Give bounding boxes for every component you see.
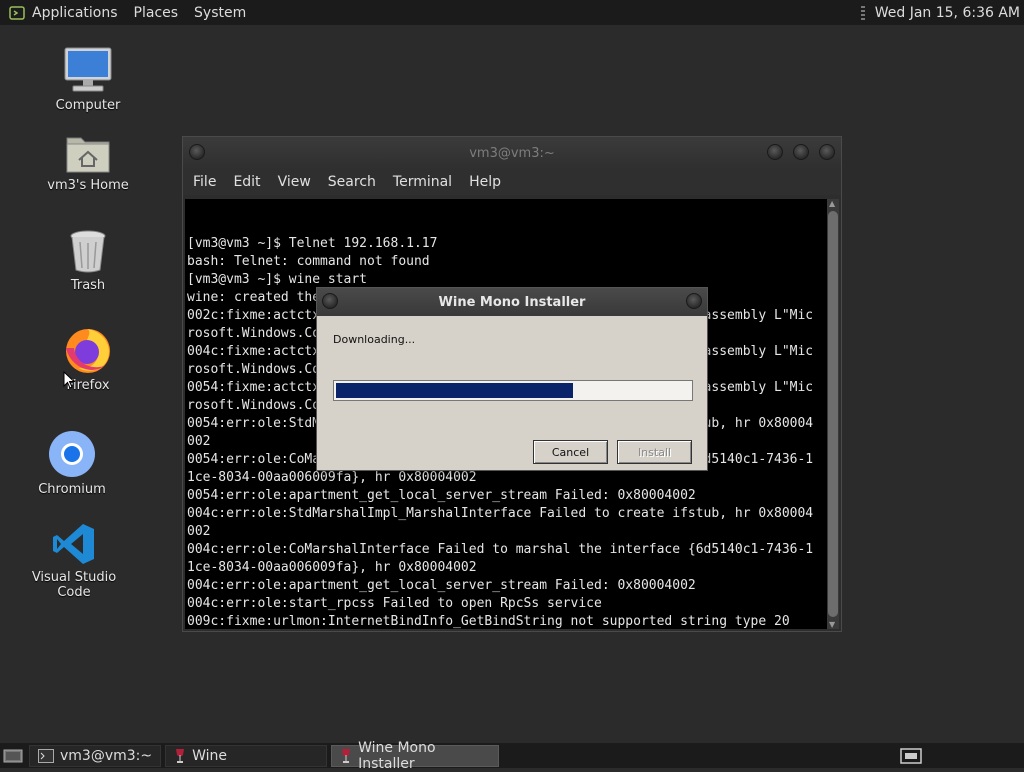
window-menu-button[interactable] [322, 293, 338, 309]
progress-fill [336, 383, 574, 398]
wine-icon [174, 748, 186, 764]
task-wine[interactable]: Wine [165, 744, 328, 767]
task-terminal[interactable]: vm3@vm3:~ [29, 744, 162, 767]
taskbar: vm3@vm3:~ Wine Wine Mono Installer [0, 740, 1024, 772]
chromium-icon [49, 431, 95, 477]
mouse-cursor-icon [63, 371, 75, 389]
download-progress-bar [333, 380, 693, 401]
task-label: Wine [192, 747, 228, 764]
wine-icon [340, 748, 352, 764]
terminal-scrollbar[interactable]: ▲ ▼ [827, 199, 839, 629]
terminal-line: 004c:err:ole:StdMarshalImpl_MarshalInter… [187, 506, 814, 521]
dialog-title: Wine Mono Installer [438, 294, 586, 310]
menu-edit[interactable]: Edit [233, 174, 260, 190]
desktop-icon-label: Firefox [66, 378, 110, 393]
desktop-icon-computer[interactable]: Computer [28, 44, 148, 113]
minimize-button[interactable] [767, 144, 783, 160]
scroll-down-icon[interactable]: ▼ [829, 620, 835, 629]
show-desktop-icon[interactable] [3, 748, 23, 764]
terminal-icon [38, 748, 54, 763]
terminal-line: [vm3@vm3 ~]$ Telnet 192.168.1.17 [187, 236, 438, 251]
scrollbar-thumb[interactable] [828, 211, 838, 617]
menu-system[interactable]: System [194, 5, 246, 21]
desktop-icon-firefox[interactable]: Firefox [28, 324, 148, 393]
clock[interactable]: Wed Jan 15, 6:36 AM [875, 5, 1020, 21]
desktop-icon-trash[interactable]: Trash [28, 224, 148, 293]
menu-view[interactable]: View [278, 174, 311, 190]
terminal-line: 009c:fixme:urlmon:InternetBindInfo_GetBi… [187, 614, 790, 629]
trash-icon [70, 230, 106, 273]
install-button[interactable]: Install [617, 440, 692, 464]
cancel-button[interactable]: Cancel [533, 440, 608, 464]
download-status: Downloading... [333, 333, 416, 346]
keyboard-indicator-icon[interactable] [900, 747, 922, 764]
task-wine-mono-installer[interactable]: Wine Mono Installer [331, 740, 500, 772]
terminal-line: bash: Telnet: command not found [187, 254, 430, 269]
menu-search[interactable]: Search [328, 174, 376, 190]
vscode-icon [53, 524, 94, 564]
computer-icon [64, 47, 112, 92]
desktop-icon-label: Computer [55, 98, 121, 113]
terminal-line: 1ce-8034-00aa006009fa}, hr 0x80004002 [187, 470, 477, 485]
terminal-menubar: File Edit View Search Terminal Help [183, 169, 841, 195]
task-label: vm3@vm3:~ [60, 747, 153, 764]
terminal-line: 002 [187, 524, 211, 539]
desktop-icon-home[interactable]: vm3's Home [28, 124, 148, 193]
scroll-up-icon[interactable]: ▲ [829, 199, 835, 208]
system-logo-icon[interactable] [8, 4, 26, 22]
terminal-titlebar[interactable]: vm3@vm3:~ [183, 137, 841, 169]
desktop-icon-chromium[interactable]: Chromium [12, 428, 132, 497]
menu-places[interactable]: Places [134, 5, 179, 21]
close-button[interactable] [686, 293, 702, 309]
menu-terminal[interactable]: Terminal [393, 174, 452, 190]
installer-dialog[interactable]: Wine Mono Installer Downloading... Cance… [316, 287, 708, 471]
desktop-icon-vscode[interactable]: Visual Studio Code [14, 516, 134, 600]
home-folder-icon [66, 137, 110, 173]
dialog-titlebar[interactable]: Wine Mono Installer [317, 288, 707, 316]
menu-help[interactable]: Help [469, 174, 501, 190]
maximize-button[interactable] [793, 144, 809, 160]
firefox-icon [66, 329, 110, 373]
task-label: Wine Mono Installer [358, 739, 436, 772]
terminal-line: 1ce-8034-00aa006009fa}, hr 0x80004002 [187, 560, 477, 575]
close-button[interactable] [819, 144, 835, 160]
desktop-icon-label: Trash [70, 278, 106, 293]
desktop-icon-label: Visual Studio Code [31, 570, 117, 600]
terminal-title: vm3@vm3:~ [469, 145, 555, 161]
panel-handle-icon [860, 5, 867, 20]
terminal-line: 0054:err:ole:apartment_get_local_server_… [187, 488, 696, 503]
desktop-icon-label: Chromium [38, 482, 106, 497]
terminal-line: 004c:err:ole:apartment_get_local_server_… [187, 578, 696, 593]
terminal-line: 004c:err:ole:CoMarshalInterface Failed t… [187, 542, 814, 557]
menu-applications[interactable]: Applications [32, 5, 118, 21]
top-panel: Applications Places System Wed Jan 15, 6… [0, 0, 1024, 25]
window-menu-button[interactable] [189, 144, 205, 160]
menu-file[interactable]: File [193, 174, 216, 190]
desktop-icon-label: vm3's Home [47, 178, 129, 193]
terminal-line: 004c:err:ole:start_rpcss Failed to open … [187, 596, 602, 611]
